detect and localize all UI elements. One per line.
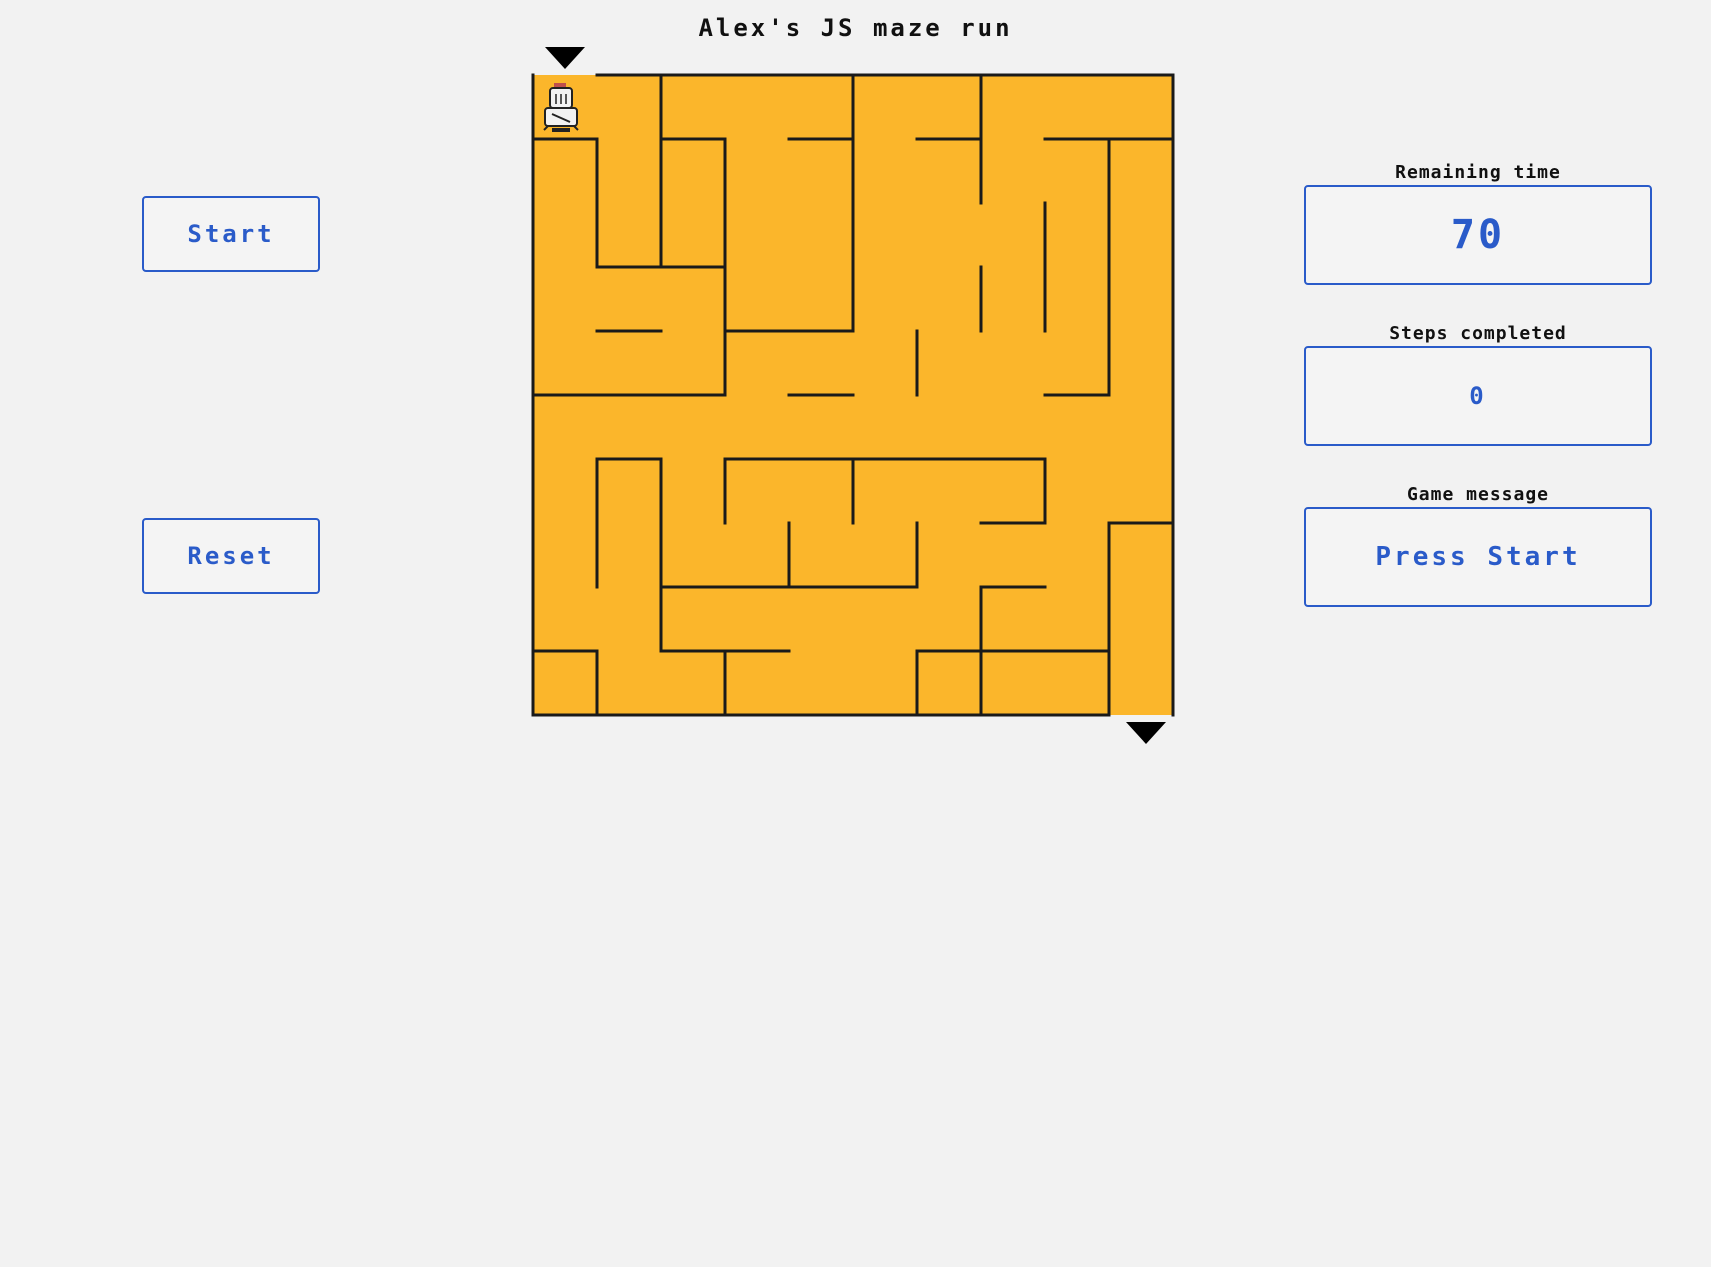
- start-button[interactable]: Start: [142, 196, 320, 272]
- remaining-time-label: Remaining time: [1395, 162, 1561, 183]
- game-message-display: Press Start: [1304, 507, 1652, 607]
- game-message-label: Game message: [1406, 484, 1550, 505]
- steps-completed-label: Steps completed: [1389, 323, 1567, 344]
- game-title: Alex's JS maze run: [698, 14, 1013, 42]
- remaining-time-display: 70: [1304, 185, 1652, 285]
- steps-completed-display: 0: [1304, 346, 1652, 446]
- reset-button[interactable]: Reset: [142, 518, 320, 594]
- knight-icon: [543, 83, 579, 132]
- exit-marker-icon: [1126, 722, 1166, 744]
- maze-board: [531, 47, 1175, 744]
- entrance-marker-icon: [545, 47, 585, 69]
